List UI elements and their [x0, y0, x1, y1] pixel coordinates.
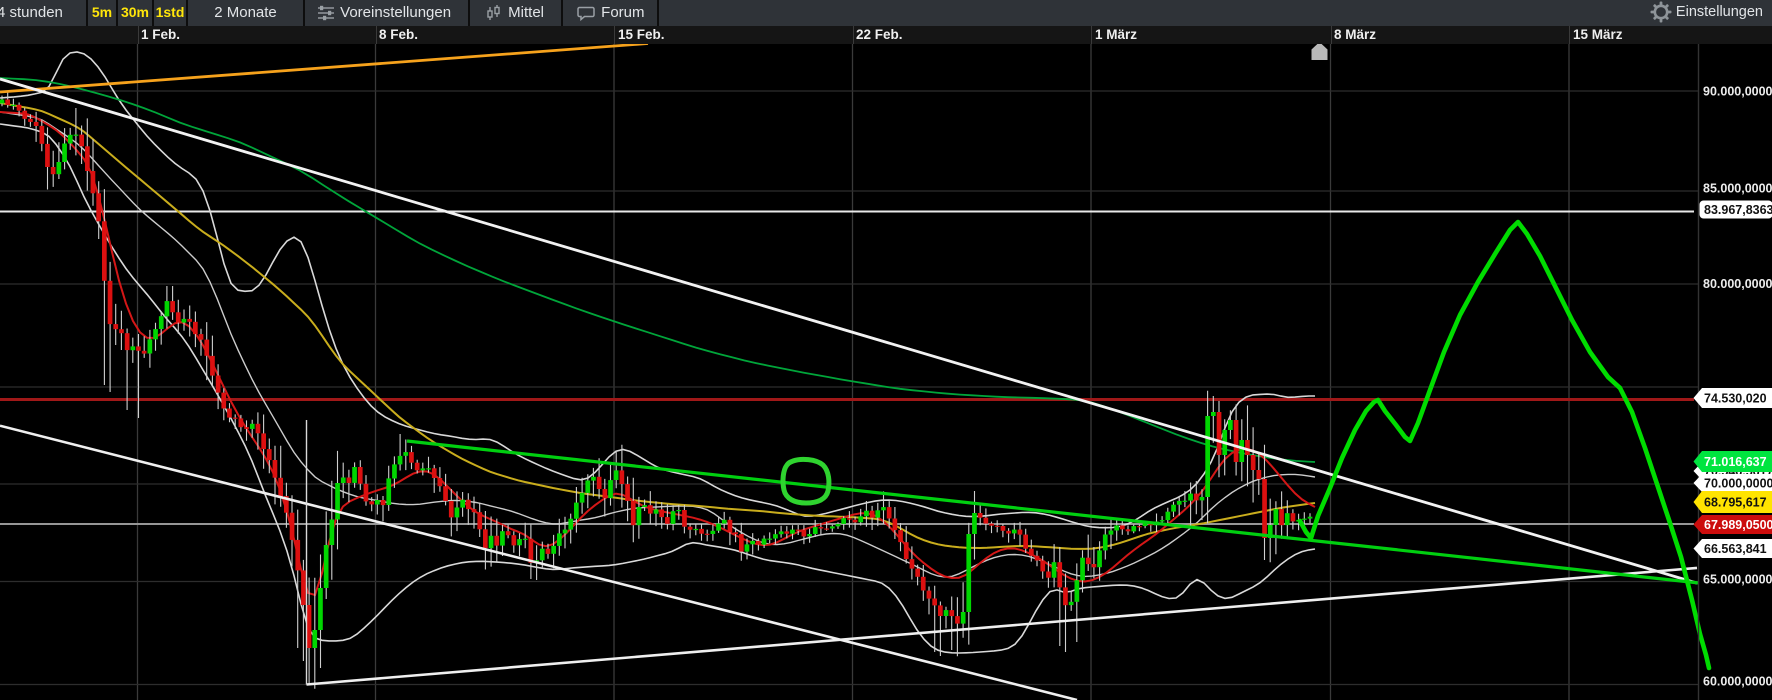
svg-text:66.563,841: 66.563,841 [1704, 542, 1767, 556]
svg-text:85.000,0000: 85.000,0000 [1703, 182, 1772, 196]
svg-text:74.530,020: 74.530,020 [1704, 392, 1767, 406]
svg-text:80.000,0000: 80.000,0000 [1703, 277, 1772, 291]
svg-text:60.000,0000: 60.000,0000 [1703, 675, 1772, 689]
svg-text:83.967,8363: 83.967,8363 [1704, 203, 1772, 217]
svg-text:65.000,0000: 65.000,0000 [1703, 573, 1772, 587]
svg-text:70.000,0000: 70.000,0000 [1704, 477, 1772, 491]
svg-text:90.000,0000: 90.000,0000 [1703, 85, 1772, 99]
svg-text:67.989,0500: 67.989,0500 [1704, 518, 1772, 532]
svg-text:68.795,617: 68.795,617 [1704, 496, 1767, 510]
svg-text:71.016,637: 71.016,637 [1704, 455, 1767, 469]
